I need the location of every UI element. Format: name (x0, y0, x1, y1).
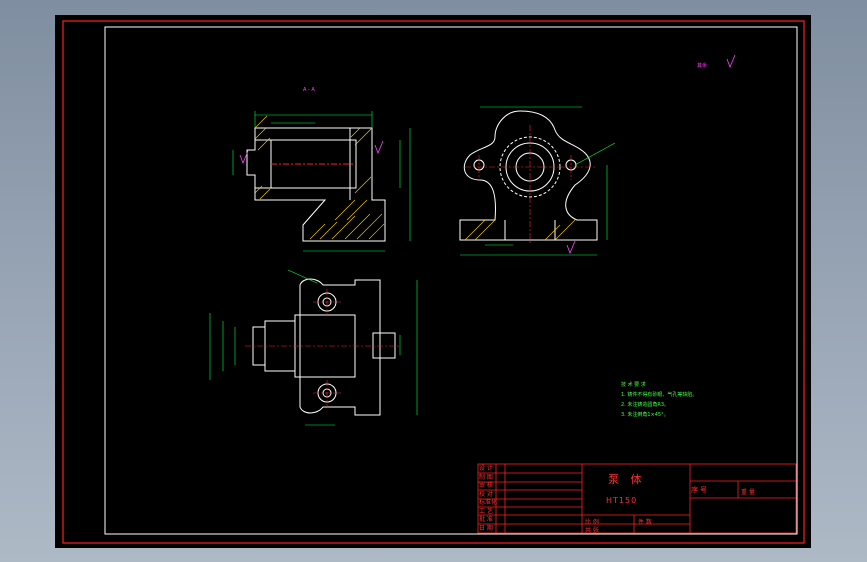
tech-item: 2. 未注铸造圆角R3。 (621, 402, 670, 408)
part-name: 泵 体 (608, 473, 646, 486)
front-view-dimensions (232, 111, 411, 252)
front-section-view (246, 127, 386, 242)
row-label: 设 计 (479, 465, 493, 472)
side-view-dimensions (460, 106, 616, 256)
row-label: 日 期 (479, 524, 493, 532)
top-view-dimensions (209, 269, 418, 426)
row-label: 审 核 (479, 482, 493, 489)
drawing-no-label: 序号 (691, 486, 709, 494)
inner-frame (104, 26, 798, 535)
outer-frame (62, 20, 805, 544)
row-label: 校 对 (479, 490, 493, 498)
front-view-hatching (254, 115, 385, 240)
tech-heading: 技 术 要 求 (621, 382, 646, 388)
section-mark: A - A (303, 87, 315, 93)
title-block-left-rows: 设 计 制 图 审 核 校 对 标准化 工 艺 批 准 日 期 (479, 465, 497, 533)
material: HT150 (606, 496, 638, 505)
quantity-label: 件 数 (638, 519, 652, 526)
sheet-label: 共 张 (585, 527, 599, 534)
tech-item: 3. 未注倒角1×45°。 (621, 412, 669, 418)
tech-requirements: 技 术 要 求 1. 铸件不得有砂眼、气孔等缺陷。 2. 未注铸造圆角R3。 3… (621, 381, 697, 418)
row-label: 制 图 (479, 473, 493, 481)
roughness-symbols (239, 54, 736, 255)
side-view (459, 110, 598, 241)
top-view (252, 278, 396, 416)
row-label: 批 准 (479, 516, 493, 523)
side-view-hatching (464, 219, 576, 241)
cad-drawing (62, 20, 805, 544)
row-label: 标准化 (479, 499, 498, 506)
roughness-note: 其余 (697, 63, 708, 69)
row-label: 工 艺 (479, 507, 493, 515)
drawing-sheet: 泵 体 HT150 序号 重 量 比 例 件 数 共 张 设 计 制 图 审 核… (55, 15, 811, 548)
weight-label: 重 量 (741, 489, 755, 496)
tech-item: 1. 铸件不得有砂眼、气孔等缺陷。 (621, 392, 698, 398)
top-view-centerlines (245, 289, 400, 407)
